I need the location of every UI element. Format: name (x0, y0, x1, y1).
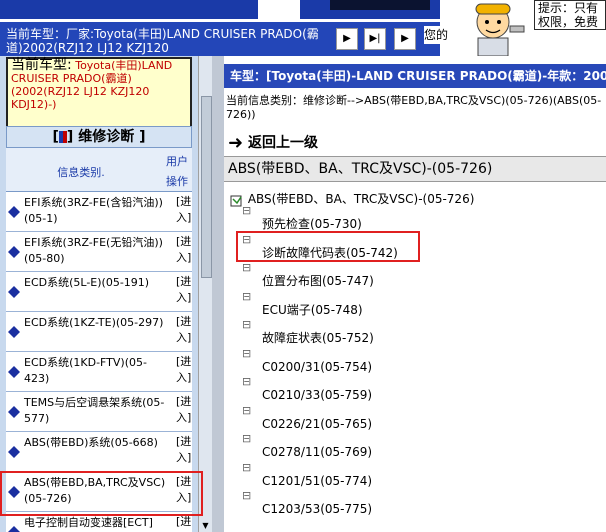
document-section-bar: ABS(带EBD、BA、TRC及VSC)-(05-726) (224, 156, 606, 182)
tree-node-icon: ⊟ (242, 318, 252, 331)
list-item-label[interactable]: EFI系统(3RZ-FE(含铅汽油))(05-1) (24, 195, 172, 227)
tree-node-icon: ⊟ (242, 489, 252, 502)
current-car-label: 当前车型: (11, 57, 72, 73)
header-action: 用户操作 (166, 155, 188, 188)
list-item-label[interactable]: TEMS与后空调悬架系统(05-577) (24, 395, 172, 427)
enter-link[interactable]: [进入] (176, 234, 192, 266)
diamond-bullet-icon (8, 326, 20, 338)
diamond-bullet-icon (8, 286, 20, 298)
tree-item-label[interactable]: C0210/33(05-759) (262, 385, 372, 405)
enter-link[interactable]: [进入] (176, 274, 192, 306)
prompt-box: 提示：只有 权限，免费 (534, 0, 606, 30)
list-item[interactable]: EFI系统(3RZ-FE(含铅汽油))(05-1) [进入] (6, 192, 192, 232)
enter-link[interactable]: [进入] (176, 434, 192, 466)
list-item[interactable]: ABS(带EBD)系统(05-668) [进入] (6, 432, 192, 472)
current-car-box: 当前车型: Toyota(丰田)LAND CRUISER PRADO(霸道)(2… (6, 57, 192, 131)
list-item-label[interactable]: 电子控制自动变速器[ECT] (24, 515, 172, 531)
arrow-right-icon: ➜ (228, 132, 244, 154)
top-bar: 当前车型：厂家:Toyota(丰田)LAND CRUISER PRADO(霸道)… (0, 0, 606, 56)
mascot-icon (475, 3, 525, 56)
enter-link[interactable]: [进入] (176, 194, 192, 226)
list-item[interactable]: EFI系统(3RZ-FE(无铅汽油))(05-80) [进入] (6, 232, 192, 272)
list-item[interactable]: ECD系统(1KD-FTV)(05-423) [进入] (6, 352, 192, 392)
tree-node-icon: ⊟ (242, 403, 252, 417)
list-item[interactable]: ECD系统(1KZ-TE)(05-297) [进入] (6, 312, 192, 352)
section-title-repair: [] 维修诊断 ] (6, 126, 192, 148)
tree-node-icon: ⊟ (242, 460, 252, 474)
enter-link[interactable]: [进入] (176, 354, 192, 386)
tree-item-label[interactable]: ECU端子(05-748) (262, 300, 363, 320)
left-scrollbar[interactable]: ▼ (198, 56, 213, 532)
highlight-box-left (0, 471, 203, 516)
list-item-label[interactable]: EFI系统(3RZ-FE(无铅汽油))(05-80) (24, 235, 172, 267)
list-item[interactable]: TEMS与后空调悬架系统(05-577) [进入] (6, 392, 192, 432)
tree-item-label[interactable]: C0278/11(05-769) (262, 442, 372, 462)
tree-item-label[interactable]: C0200/31(05-754) (262, 357, 372, 377)
nav-next-button[interactable]: ▶ (394, 28, 416, 50)
diamond-bullet-icon (8, 366, 20, 378)
doc-root[interactable]: ABS(带EBD、BA、TRC及VSC)-(05-726) (230, 190, 474, 207)
tree-node-icon: ⊟ (242, 204, 252, 217)
user-greeting-fragment: 您的 (424, 26, 460, 44)
diamond-bullet-icon (8, 446, 20, 458)
list-item[interactable]: ECD系统(5L-E)(05-191) [进入] (6, 272, 192, 312)
tree-node-icon: ⊟ (242, 346, 252, 360)
left-table-header: 信息类别. 用户操作 (6, 148, 192, 192)
tree-item-label[interactable]: 位置分布图(05-747) (262, 271, 374, 291)
back-label: 返回上一级 (247, 135, 318, 151)
top-banner-dark (330, 0, 430, 10)
diamond-bullet-icon (8, 526, 20, 532)
back-button[interactable]: ➜ 返回上一级 (228, 132, 318, 154)
tree-item-label[interactable]: 故障症状表(05-752) (262, 328, 374, 348)
enter-link[interactable]: [进入] (176, 314, 192, 346)
list-item-label[interactable]: ECD系统(5L-E)(05-191) (24, 275, 172, 291)
repair-icon: [] (52, 129, 74, 145)
diamond-bullet-icon (8, 406, 20, 418)
top-banner-strip (0, 0, 258, 19)
nav-last-button[interactable]: ▶| (364, 28, 386, 50)
prompt-line-2: 权限，免费 (538, 15, 599, 29)
list-item-label[interactable]: ECD系统(1KD-FTV)(05-423) (24, 355, 172, 387)
current-model-text: 当前车型：厂家:Toyota(丰田)LAND CRUISER PRADO(霸道)… (6, 27, 319, 55)
breadcrumb: 当前信息类别：维修诊断-->ABS(带EBD,BA,TRC及VSC)(05-72… (226, 94, 602, 121)
tree-node-icon: ⊟ (242, 261, 252, 274)
prompt-line-1: 提示：只有 (538, 1, 599, 15)
tree-item-label[interactable]: C1203/53(05-775) (262, 499, 372, 519)
left-panel: 当前车型: Toyota(丰田)LAND CRUISER PRADO(霸道)(2… (0, 56, 222, 532)
left-scrollbar-thumb[interactable] (201, 96, 212, 278)
car-title-bar: 车型：[Toyota(丰田)-LAND CRUISER PRADO(霸道)-年款… (224, 64, 606, 88)
tree-node-icon: ⊟ (242, 375, 252, 388)
scroll-down-icon[interactable]: ▼ (201, 521, 210, 530)
list-item-label[interactable]: ECD系统(1KZ-TE)(05-297) (24, 315, 172, 331)
tree-item-label[interactable]: C1201/51(05-774) (262, 471, 372, 491)
section-title-text: 维修诊断 (78, 129, 135, 145)
doc-root-label: ABS(带EBD、BA、TRC及VSC)-(05-726) (247, 192, 475, 206)
header-category: 信息类别. (57, 166, 105, 179)
enter-link[interactable]: [进 (176, 514, 192, 530)
diamond-bullet-icon (8, 246, 20, 258)
right-panel: 车型：[Toyota(丰田)-LAND CRUISER PRADO(霸道)-年款… (224, 56, 606, 532)
highlight-box-right (236, 231, 420, 262)
nav-forward-button[interactable]: ▶ (336, 28, 358, 50)
panel-divider[interactable] (212, 56, 224, 532)
enter-link[interactable]: [进入] (176, 394, 192, 426)
diamond-bullet-icon (8, 206, 20, 218)
tree-node-icon: ⊟ (242, 289, 252, 303)
tree-node-icon: ⊟ (242, 432, 252, 445)
tree-item-label[interactable]: C0226/21(05-765) (262, 414, 372, 434)
list-item-label[interactable]: ABS(带EBD)系统(05-668) (24, 435, 172, 451)
